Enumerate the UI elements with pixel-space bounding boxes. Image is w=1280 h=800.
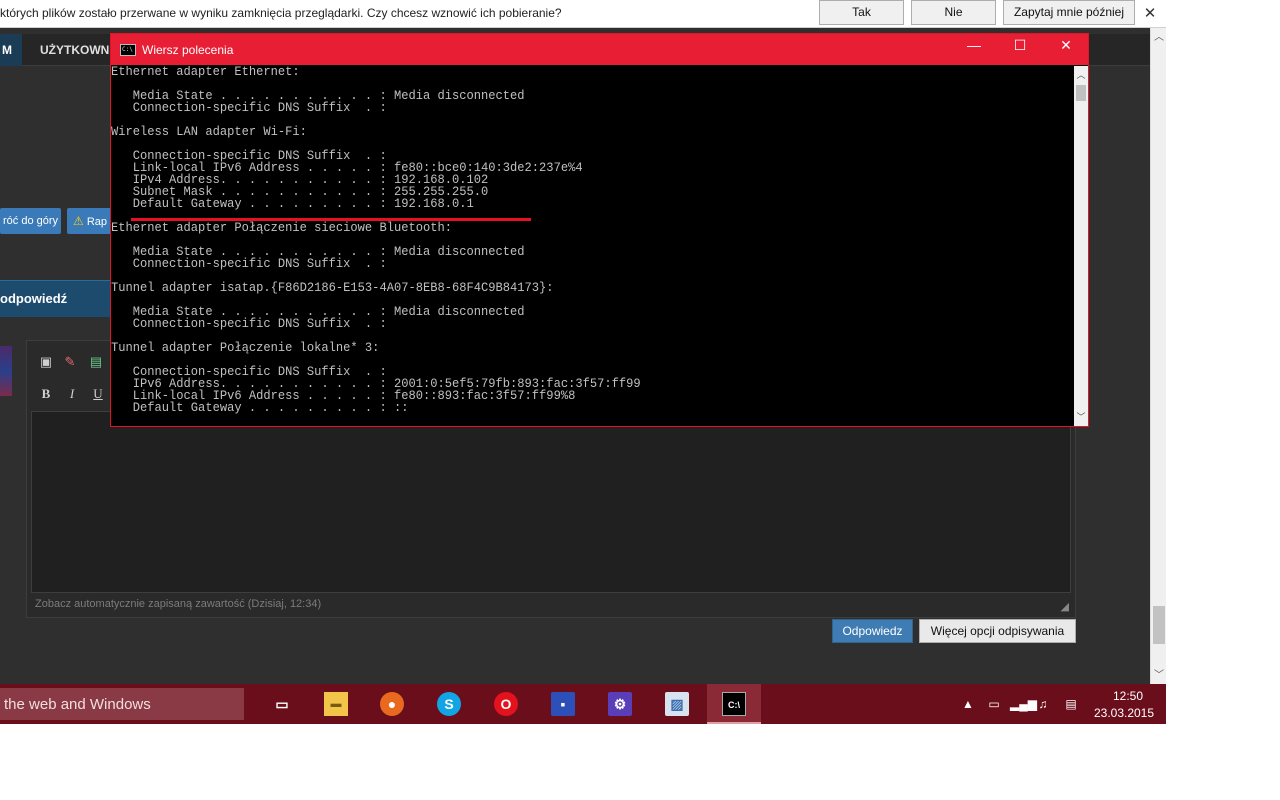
cmd-line: Default Gateway . . . . . . . . . : 192.… — [111, 196, 474, 211]
cmd-window-icon: C:\ — [120, 44, 136, 56]
report-button[interactable]: ⚠ Rap — [67, 208, 115, 234]
image-icon[interactable]: ▤ — [87, 353, 105, 371]
underline-icon[interactable]: U — [89, 385, 107, 403]
battery-icon[interactable]: ▭ — [985, 695, 1003, 713]
highlight-underline — [131, 218, 531, 221]
cmd-output-lines: Ethernet adapter Ethernet: Media State .… — [111, 66, 1074, 414]
search-placeholder: the web and Windows — [4, 696, 151, 713]
browser-scrollbar[interactable]: ︿ ﹀ — [1150, 28, 1166, 684]
bold-icon[interactable]: B — [37, 385, 55, 403]
report-label: Rap — [86, 216, 108, 228]
warning-icon: ⚠ — [73, 214, 84, 228]
show-hidden-icons-icon[interactable]: ▲ — [959, 695, 977, 713]
clipboard-icon[interactable]: ▣ — [37, 353, 55, 371]
reply-textarea[interactable] — [31, 411, 1071, 593]
close-icon[interactable]: ✕ — [1043, 34, 1089, 58]
nav-item-forum[interactable]: M — [0, 34, 22, 66]
cmd-output[interactable]: Ethernet adapter Ethernet: Media State .… — [111, 66, 1074, 426]
settings-app-icon[interactable]: ⚙ — [593, 684, 647, 724]
photo-viewer-icon[interactable]: ▨ — [650, 684, 704, 724]
cmd-title-bar[interactable]: C:\ Wiersz polecenia — ☐ ✕ — [111, 34, 1088, 65]
search-box[interactable]: the web and Windows — [0, 688, 244, 720]
avatar — [0, 346, 12, 396]
cmd-scrollbar[interactable]: ︿ ﹀ — [1074, 66, 1088, 426]
action-center-icon[interactable]: ▤ — [1062, 695, 1080, 713]
close-icon[interactable]: ✕ — [1140, 4, 1160, 24]
firefox-icon[interactable]: ● — [365, 684, 419, 724]
cmd-title: Wiersz polecenia — [142, 43, 234, 57]
taskbar: the web and Windows ▭ ▬ ● S O ▪ ⚙ ▨ C:\ … — [0, 684, 1166, 724]
reply-title: odpowiedź — [0, 291, 68, 306]
cmd-scroll-up-icon[interactable]: ︿ — [1074, 68, 1088, 82]
cmd-line: Default Gateway . . . . . . . . . : :: — [111, 400, 409, 415]
maximize-icon[interactable]: ☐ — [997, 34, 1043, 58]
command-prompt-icon[interactable]: C:\ — [707, 684, 761, 724]
cmd-line: Connection-specific DNS Suffix . : — [111, 100, 387, 115]
italic-icon[interactable]: I — [63, 385, 81, 403]
cmd-line: Ethernet adapter Ethernet: — [111, 66, 300, 79]
opera-icon[interactable]: O — [479, 684, 533, 724]
reply-button[interactable]: Odpowiedz — [832, 619, 913, 643]
clock-date[interactable]: 23.03.2015 — [1088, 706, 1160, 720]
volume-icon[interactable]: ♫ — [1034, 695, 1052, 713]
file-explorer-icon[interactable]: ▬ — [309, 684, 363, 724]
download-resume-message: których plików zostało przerwane w wynik… — [0, 6, 562, 20]
cmd-scroll-down-icon[interactable]: ﹀ — [1074, 410, 1088, 424]
scroll-thumb[interactable] — [1153, 606, 1165, 644]
wifi-icon[interactable]: ▂▄▆ — [1010, 695, 1037, 713]
cmd-line: Connection-specific DNS Suffix . : — [111, 316, 387, 331]
cmd-line: Connection-specific DNS Suffix . : — [111, 256, 387, 271]
minimize-icon[interactable]: — — [951, 34, 997, 58]
cmd-line: Ethernet adapter Połączenie sieciowe Blu… — [111, 220, 453, 235]
save-app-icon[interactable]: ▪ — [536, 684, 590, 724]
skype-icon[interactable]: S — [422, 684, 476, 724]
yes-button[interactable]: Tak — [819, 0, 904, 25]
scroll-down-icon[interactable]: ﹀ — [1151, 668, 1166, 684]
scroll-up-icon[interactable]: ︿ — [1151, 30, 1166, 46]
back-to-top-button[interactable]: róć do góry — [0, 208, 61, 234]
desktop-screen: których plików zostało przerwane w wynik… — [0, 0, 1166, 724]
cmd-line: Tunnel adapter isatap.{F86D2186-E153-4A0… — [111, 280, 554, 295]
cmd-scroll-thumb[interactable] — [1076, 85, 1086, 101]
ask-later-button[interactable]: Zapytaj mnie później — [1003, 0, 1135, 25]
command-prompt-window[interactable]: C:\ Wiersz polecenia — ☐ ✕ Ethernet adap… — [110, 33, 1089, 427]
autosave-link[interactable]: Zobacz automatycznie zapisaną zawartość … — [35, 598, 321, 610]
cmd-line: Wireless LAN adapter Wi-Fi: — [111, 124, 307, 139]
cmd-line: Tunnel adapter Połączenie lokalne* 3: — [111, 340, 380, 355]
no-button[interactable]: Nie — [911, 0, 996, 25]
clock-time[interactable]: 12:50 — [1096, 689, 1160, 703]
more-reply-options-button[interactable]: Więcej opcji odpisywania — [919, 619, 1076, 643]
eraser-icon[interactable]: ✎ — [61, 353, 79, 371]
download-resume-bar: których plików zostało przerwane w wynik… — [0, 0, 1166, 28]
task-view-icon[interactable]: ▭ — [255, 684, 309, 724]
resize-handle-icon[interactable]: ◢ — [1061, 600, 1069, 613]
